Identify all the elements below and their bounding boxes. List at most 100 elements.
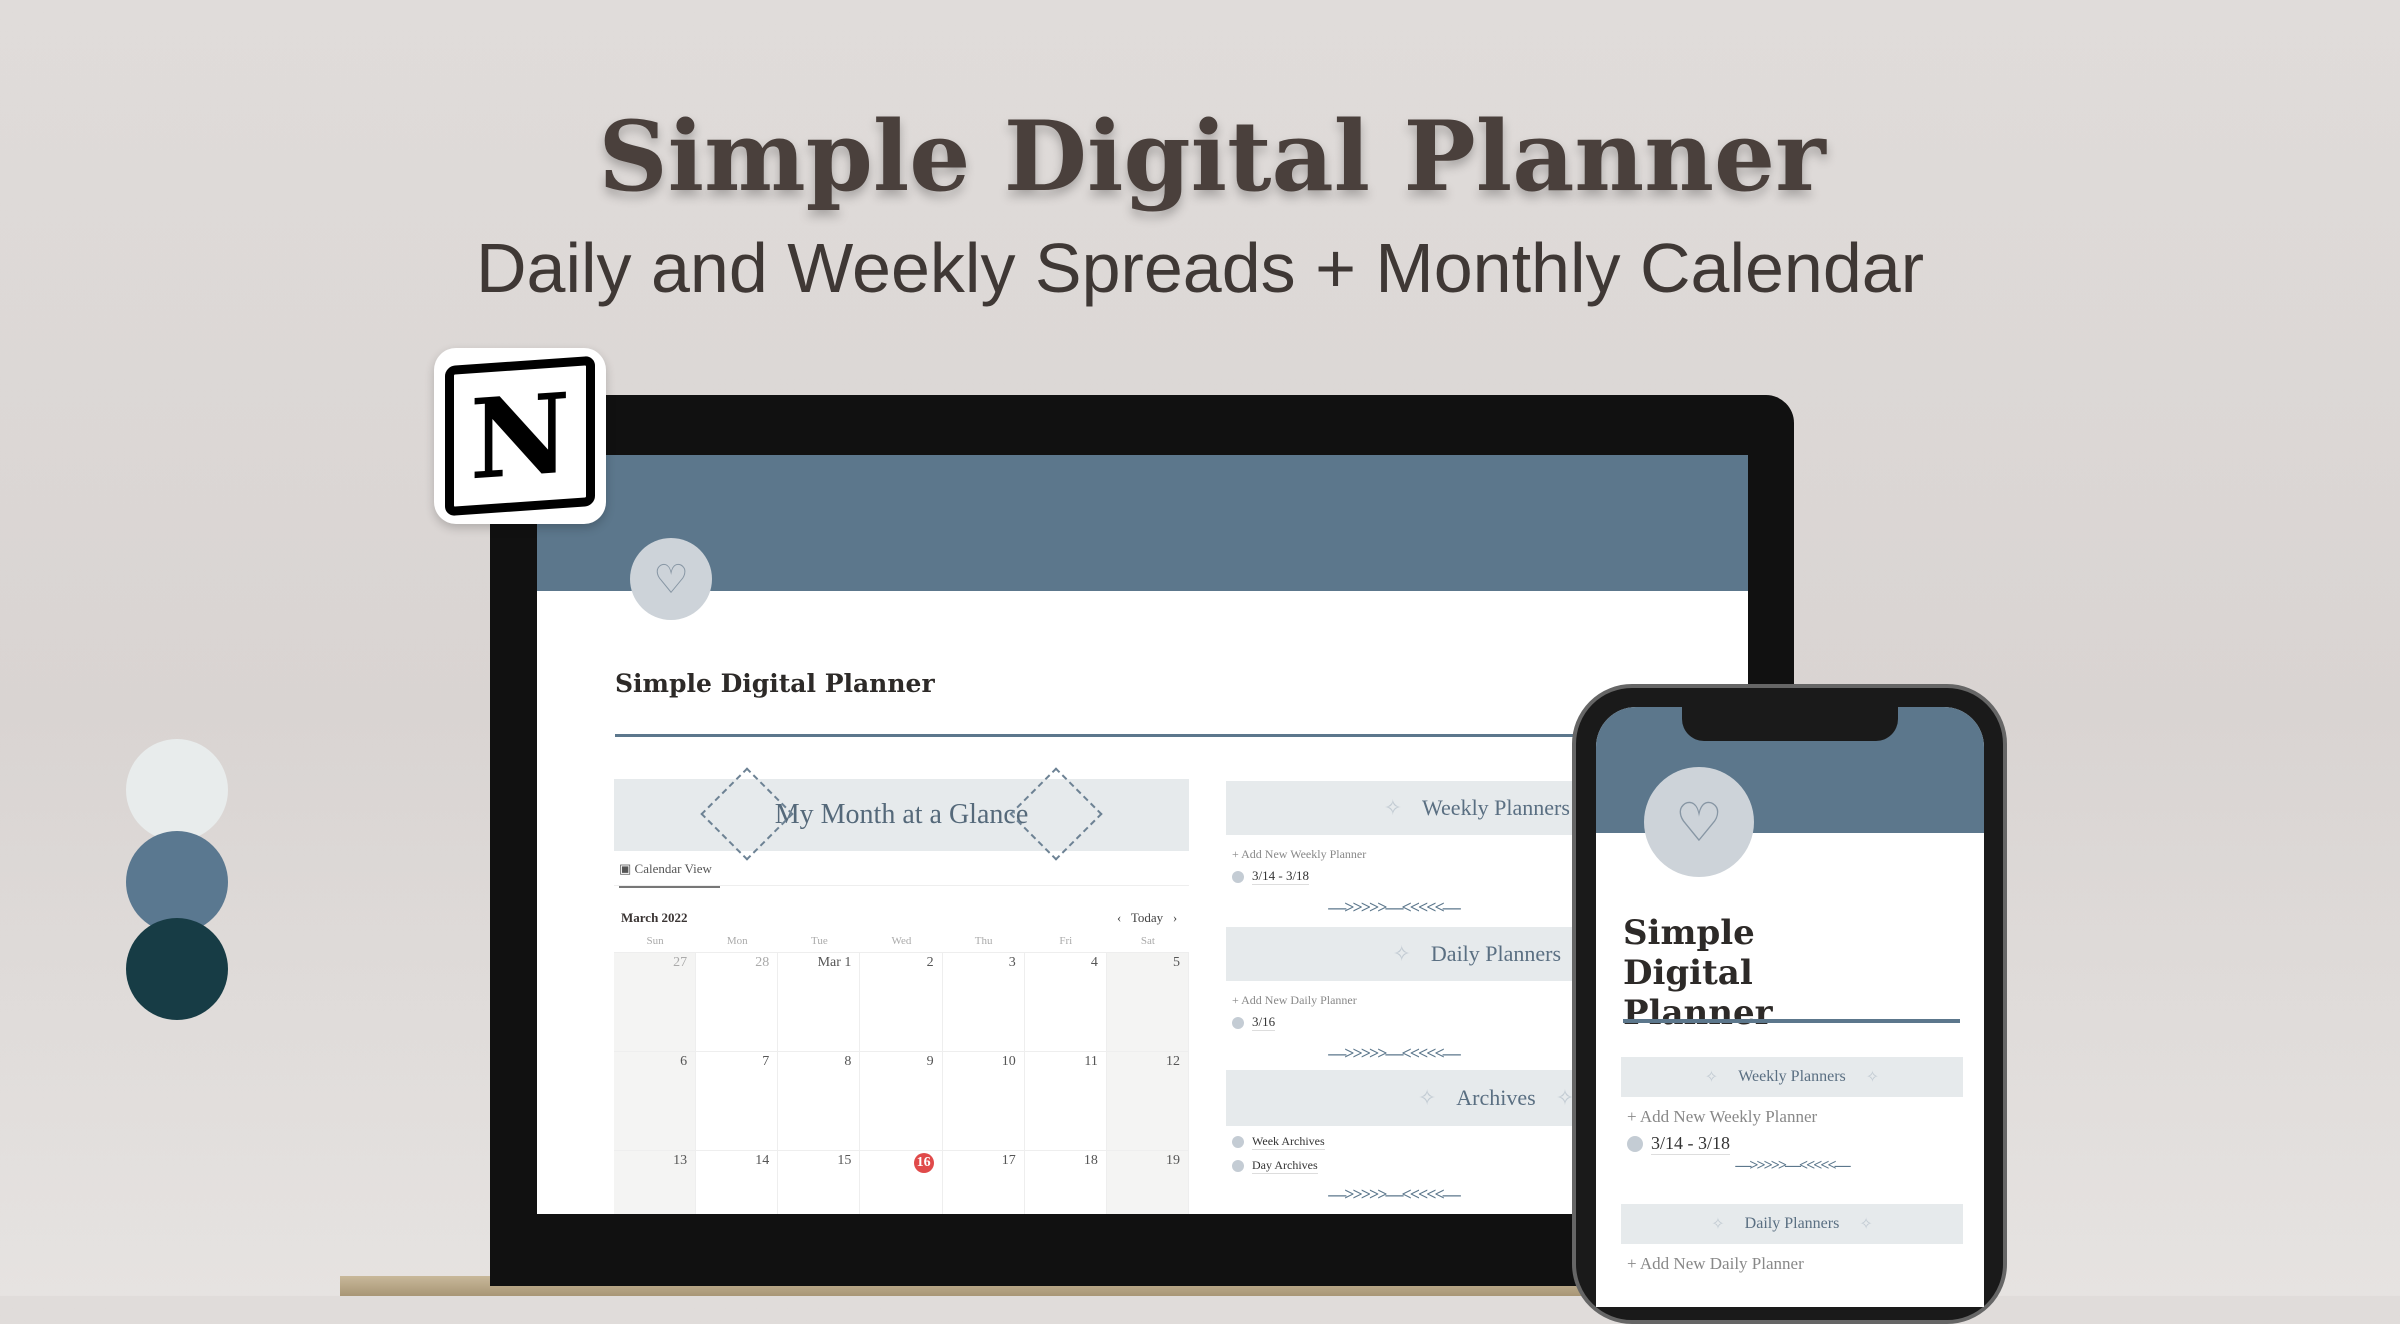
tab-label: Calendar View — [634, 861, 712, 876]
item-label: 3/14 - 3/18 — [1252, 868, 1310, 885]
phone-notch — [1682, 707, 1898, 741]
page-title: Simple Digital Planner — [615, 669, 935, 698]
sparkle-icon: ✧ — [1859, 1216, 1873, 1233]
divider — [1623, 1019, 1960, 1023]
today-button[interactable]: Today — [1131, 910, 1163, 925]
calendar-grid: 27 28 Mar 1 2 3 4 5 6 7 8 9 10 11 12 13 14 15 16 17 18 19 — [614, 952, 1189, 1214]
calendar-day[interactable]: 18 — [1025, 1151, 1107, 1214]
weekday-label: Wed — [891, 935, 912, 947]
sparkle-icon: ✧ — [1711, 1216, 1725, 1233]
weekly-header-text: Weekly Planners — [1422, 795, 1570, 820]
day-number: 15 — [837, 1153, 852, 1168]
day-number: 11 — [1084, 1054, 1098, 1069]
calendar-day[interactable]: 12 — [1106, 1052, 1189, 1151]
diamond-right — [1009, 767, 1103, 861]
phone-daily-section: ✧ Daily Planners ✧ + Add New Daily Planner — [1621, 1204, 1963, 1274]
day-number: 4 — [1090, 955, 1098, 970]
headline-title: Simple Digital Planner — [598, 100, 1826, 213]
calendar-day[interactable]: 2 — [860, 953, 943, 1052]
day-number: 8 — [844, 1054, 852, 1069]
page-icon — [1627, 1136, 1643, 1152]
day-number: 17 — [1001, 1153, 1016, 1168]
diamond-left — [700, 767, 794, 861]
item-label: 3/16 — [1252, 1014, 1276, 1031]
calendar-day[interactable]: 3 — [942, 953, 1025, 1052]
day-number: 18 — [1083, 1153, 1098, 1168]
ornament-divider: —>>>>>—<<<<<— — [1735, 1157, 1850, 1174]
page-icon — [1232, 1160, 1244, 1172]
calendar-day[interactable]: 13 — [614, 1151, 697, 1214]
notion-logo: N — [434, 348, 606, 524]
day-number: 9 — [926, 1054, 934, 1069]
calendar-day[interactable]: 4 — [1024, 953, 1107, 1052]
weekly-header-text: Weekly Planners — [1738, 1068, 1846, 1085]
add-daily-button[interactable]: + Add New Daily Planner — [1627, 1254, 1963, 1274]
weekday-label: Mon — [726, 935, 748, 947]
weekday-label: Tue — [810, 935, 828, 947]
calendar-day[interactable]: 28 — [696, 953, 779, 1052]
calendar-day[interactable]: 27 — [614, 953, 697, 1052]
daily-header: ✧ Daily Planners ✧ — [1621, 1204, 1963, 1244]
calendar-day[interactable]: 17 — [943, 1151, 1025, 1214]
item-label: 3/14 - 3/18 — [1651, 1133, 1730, 1155]
sparkle-icon: ✧ — [1417, 1085, 1437, 1110]
add-weekly-button[interactable]: + Add New Weekly Planner — [1627, 1107, 1963, 1127]
day-number: 14 — [755, 1153, 770, 1168]
day-number: 13 — [673, 1153, 688, 1168]
prev-month-button[interactable]: ‹ — [1117, 910, 1121, 925]
calendar-day[interactable]: 9 — [860, 1052, 943, 1151]
weekly-header: ✧ Weekly Planners ✧ — [1621, 1057, 1963, 1097]
calendar-day[interactable]: Mar 1 — [778, 953, 861, 1052]
calendar-month: March 2022 — [621, 910, 688, 925]
next-month-button[interactable]: › — [1173, 910, 1177, 925]
weekday-header: Sun Mon Tue Wed Thu Fri Sat — [614, 935, 1189, 947]
item-label: Day Archives — [1252, 1158, 1318, 1174]
weekday-label: Sat — [1140, 935, 1155, 947]
page-icon — [1232, 870, 1244, 883]
calendar-day[interactable]: 19 — [1106, 1151, 1189, 1214]
sparkle-icon: ✧ — [1392, 941, 1411, 966]
sparkle-icon: ✧ — [1865, 1069, 1880, 1086]
archives-header-text: Archives — [1456, 1085, 1536, 1110]
day-number: Mar 1 — [817, 955, 852, 970]
heart-icon: ♡ — [1644, 767, 1754, 877]
phone-weekly-section: ✧ Weekly Planners ✧ + Add New Weekly Plann… — [1621, 1057, 1963, 1175]
sparkle-icon: ✧ — [1383, 795, 1403, 820]
phone-page-title: Simple Digital Planner — [1623, 913, 1773, 1033]
calendar-day[interactable]: 5 — [1106, 953, 1189, 1052]
tab-calendar-view[interactable]: ▣ Calendar View — [619, 861, 720, 888]
ornament-divider: —>>>>>—<<<<<— — [1328, 1043, 1461, 1063]
calendar-day[interactable]: 11 — [1024, 1052, 1107, 1151]
calendar-day[interactable]: 7 — [696, 1052, 779, 1151]
day-number: 10 — [1001, 1054, 1016, 1069]
list-item[interactable]: 3/14 - 3/18 — [1627, 1133, 1963, 1155]
day-number: 12 — [1166, 1054, 1180, 1069]
page-icon — [1232, 1136, 1244, 1148]
calendar-day[interactable]: 15 — [778, 1151, 861, 1214]
notion-logo-mark: N — [445, 355, 595, 517]
day-number: 6 — [680, 1054, 688, 1069]
phone-screen: ♡ Simple Digital Planner ✧ Weekly Planner… — [1596, 707, 1984, 1307]
page-icon — [1232, 1016, 1244, 1029]
month-banner-text: My Month at a Glance — [774, 799, 1029, 830]
calendar-day[interactable]: 14 — [696, 1151, 779, 1214]
calendar-day[interactable]: 8 — [778, 1052, 861, 1151]
ornament-divider: —>>>>>—<<<<<— — [1328, 897, 1461, 917]
day-number: 3 — [1008, 955, 1016, 970]
daily-header-text: Daily Planners — [1744, 1215, 1840, 1232]
day-number: 27 — [673, 955, 688, 970]
day-number: 5 — [1173, 955, 1180, 970]
headline-subtitle: Daily and Weekly Spreads + Monthly Calen… — [475, 229, 1925, 307]
divider — [615, 734, 1585, 737]
calendar-nav: ‹ Today › — [1117, 910, 1177, 926]
cover-banner — [537, 455, 1748, 591]
day-number: 2 — [926, 955, 934, 970]
day-number: 19 — [1166, 1153, 1180, 1168]
weekday-label: Fri — [1059, 935, 1073, 947]
calendar-day[interactable]: 10 — [942, 1052, 1025, 1151]
calendar-day[interactable]: 6 — [614, 1052, 697, 1151]
swatch-dark — [126, 918, 228, 1020]
swatch-light — [126, 739, 228, 841]
calendar-day[interactable]: 16 — [860, 1151, 943, 1214]
month-banner: My Month at a Glance — [614, 767, 1189, 861]
